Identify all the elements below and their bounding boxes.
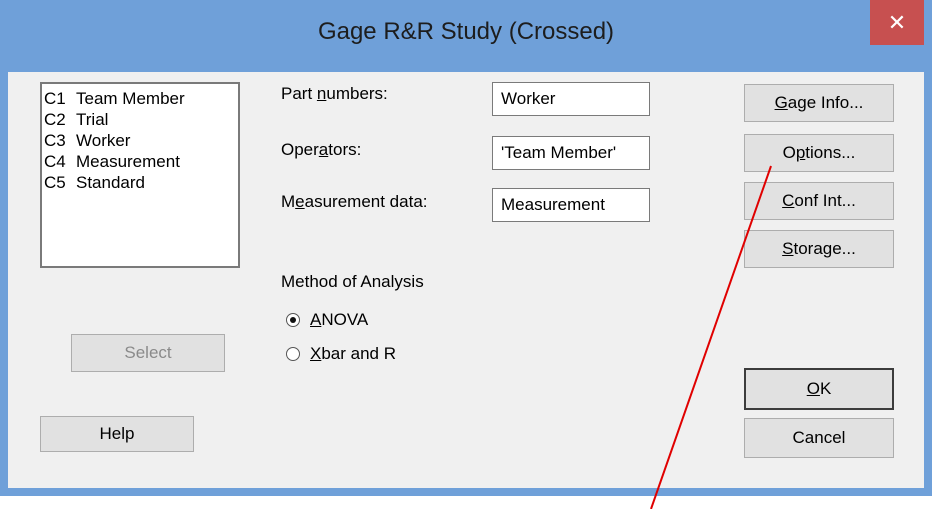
column-name: Standard [76,173,145,192]
list-item[interactable]: C5 Standard [44,172,236,193]
anova-option[interactable]: ANOVA [286,310,368,330]
close-button[interactable]: ✕ [870,0,924,45]
measurement-data-field[interactable]: Measurement [492,188,650,222]
column-id: C1 [44,89,66,108]
column-name: Measurement [76,152,180,171]
options-button[interactable]: Op tions... [744,134,894,172]
list-item[interactable]: C3 Worker [44,130,236,151]
dialog-body: C1 Team Member C2 Trial C3 Worker C4 Mea… [8,72,924,488]
storage-button[interactable]: Storage... [744,230,894,268]
column-id: C5 [44,173,66,192]
column-name: Trial [76,110,109,129]
list-item[interactable]: C4 Measurement [44,151,236,172]
measurement-data-label: Measurement data: [281,192,428,211]
conf-int-button[interactable]: Conf Int... [744,182,894,220]
dialog-title: Gage R&R Study (Crossed) [317,18,615,45]
ok-button[interactable]: OK [744,368,894,410]
column-id: C4 [44,152,66,171]
variable-listbox[interactable]: C1 Team Member C2 Trial C3 Worker C4 Mea… [40,82,240,268]
list-item[interactable]: C1 Team Member [44,88,236,109]
close-icon: ✕ [887,9,907,35]
operators-field[interactable]: 'Team Member' [492,136,650,170]
title-bar[interactable]: Gage R&R Study (Crossed) ✕ [0,0,932,72]
method-of-analysis-label: Method of Analysis [281,272,424,291]
xbar-and-r-option[interactable]: Xbar and R [286,344,396,364]
column-id: C3 [44,131,66,150]
radio-checked-icon[interactable] [286,313,300,327]
list-item[interactable]: C2 Trial [44,109,236,130]
select-button[interactable]: Select [71,334,225,372]
gage-info-button[interactable]: Gage Info... [744,84,894,122]
part-numbers-label: Part numbers: [281,84,388,103]
help-button[interactable]: Help [40,416,194,452]
anova-label: ANOVA [310,310,369,329]
column-id: C2 [44,110,66,129]
operators-label: Operators: [281,140,362,159]
radio-unchecked-icon[interactable] [286,347,300,361]
column-name: Team Member [76,89,185,108]
column-name: Worker [76,131,131,150]
xbar-and-r-label: Xbar and R [310,344,397,363]
dialog-window: Gage R&R Study (Crossed) ✕ C1 Team Membe… [0,0,932,496]
cancel-button[interactable]: Cancel [744,418,894,458]
part-numbers-field[interactable]: Worker [492,82,650,116]
